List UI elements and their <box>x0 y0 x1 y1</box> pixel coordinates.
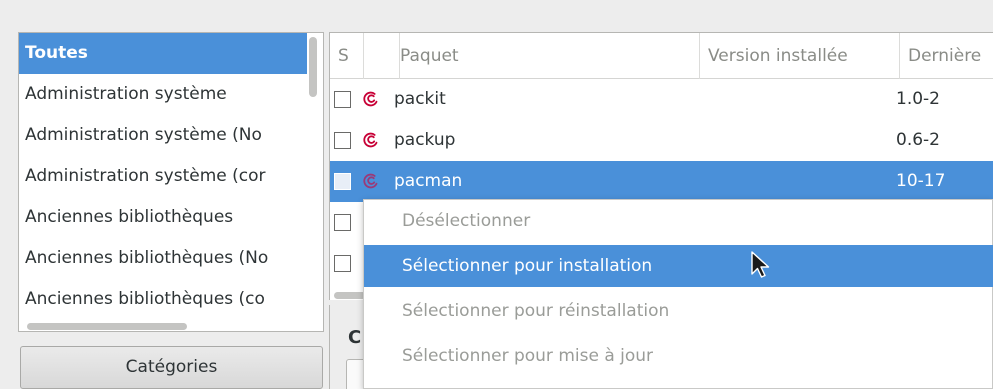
category-item-toutes[interactable]: Toutes <box>19 33 307 74</box>
menu-item-deselect[interactable]: Désélectionner <box>364 200 993 242</box>
category-item[interactable]: Anciennes bibliothèques <box>19 197 307 238</box>
column-header-package[interactable]: Paquet <box>400 33 700 79</box>
synaptic-window: Toutes Administration système Administra… <box>0 0 993 389</box>
category-item[interactable]: Administration système (No <box>19 115 307 156</box>
package-context-menu: Désélectionner Sélectionner pour install… <box>363 199 993 389</box>
package-row[interactable]: packit 1.0-2 <box>330 79 993 120</box>
column-header-icon[interactable] <box>364 33 400 79</box>
category-item[interactable]: Anciennes bibliothèques (co <box>19 279 307 319</box>
category-list-panel: Toutes Administration système Administra… <box>18 32 324 332</box>
package-row[interactable]: packup 0.6-2 <box>330 120 993 161</box>
package-checkbox[interactable] <box>334 255 351 272</box>
menu-item-select-reinstall[interactable]: Sélectionner pour réinstallation <box>364 290 993 332</box>
package-row-selected[interactable]: pacman 10-17 <box>330 161 993 202</box>
package-checkbox[interactable] <box>334 173 351 190</box>
category-item[interactable]: Administration système (cor <box>19 156 307 197</box>
category-vertical-scrollbar[interactable] <box>309 37 317 97</box>
package-checkbox[interactable] <box>334 91 351 108</box>
column-header-latest-version[interactable]: Dernière <box>900 33 993 79</box>
column-header-status[interactable]: S <box>330 33 364 79</box>
package-latest-version: 0.6-2 <box>896 130 940 150</box>
package-checkbox[interactable] <box>334 132 351 149</box>
debian-swirl-icon <box>363 132 378 148</box>
category-item[interactable]: Administration système <box>19 74 307 115</box>
package-checkbox[interactable] <box>334 214 351 231</box>
column-header-installed-version[interactable]: Version installée <box>700 33 900 79</box>
package-name: pacman <box>394 171 463 191</box>
details-heading: C <box>348 327 362 348</box>
categories-button[interactable]: Catégories <box>20 346 323 389</box>
menu-item-select-upgrade[interactable]: Sélectionner pour mise à jour <box>364 335 993 377</box>
package-name: packup <box>394 130 456 150</box>
debian-swirl-icon <box>363 91 378 107</box>
category-item[interactable]: Anciennes bibliothèques (No <box>19 238 307 279</box>
package-latest-version: 10-17 <box>896 171 946 191</box>
package-horizontal-scrollbar[interactable] <box>334 292 366 299</box>
category-list: Toutes Administration système Administra… <box>19 33 307 319</box>
mouse-pointer-icon <box>751 251 770 278</box>
package-table-header: S Paquet Version installée Dernière <box>330 33 993 79</box>
menu-item-select-install[interactable]: Sélectionner pour installation <box>364 245 993 287</box>
category-horizontal-scrollbar[interactable] <box>27 323 187 330</box>
package-name: packit <box>394 89 446 109</box>
package-latest-version: 1.0-2 <box>896 89 940 109</box>
debian-swirl-icon <box>363 173 378 189</box>
